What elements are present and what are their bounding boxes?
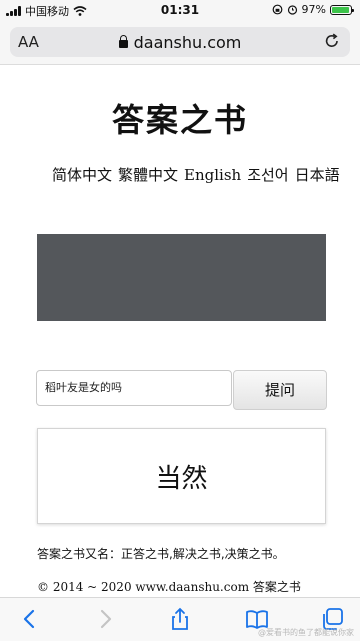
- lock-icon: [118, 35, 128, 48]
- battery-icon: [330, 4, 354, 15]
- watermark: @爱看书的鱼了都能说你家: [258, 628, 354, 637]
- aliases-text: 答案之书又名：正答之书,解决之书,决策之书。: [37, 547, 285, 561]
- browser-toolbar: @爱看书的鱼了都能说你家: [0, 597, 360, 641]
- language-links: 简体中文 繁體中文 English 조선어 日本語: [52, 164, 346, 185]
- forward-icon[interactable]: [92, 606, 118, 632]
- page-title: 答案之书: [111, 101, 248, 139]
- lang-traditional-chinese[interactable]: 繁體中文: [118, 166, 178, 184]
- lang-english[interactable]: English: [184, 166, 241, 184]
- back-icon[interactable]: [17, 606, 43, 632]
- browser-address-area: AA daanshu.com: [0, 20, 360, 65]
- copyright-text: © 2014 ~ 2020 www.daanshu.com 答案之书: [37, 580, 301, 594]
- alarm-icon: [287, 5, 297, 15]
- url-display[interactable]: daanshu.com: [10, 33, 350, 52]
- rotation-lock-icon: [272, 4, 282, 15]
- share-icon[interactable]: [167, 606, 193, 632]
- lang-korean[interactable]: 조선어: [247, 166, 288, 184]
- ask-button[interactable]: 提问: [233, 370, 327, 410]
- address-bar[interactable]: AA daanshu.com: [10, 27, 350, 57]
- question-input[interactable]: 稻叶友是女的吗: [36, 370, 232, 406]
- url-text: daanshu.com: [133, 33, 242, 52]
- battery-percent: 97%: [301, 3, 326, 16]
- status-bar: 中国移动 01:31 97%: [0, 0, 360, 20]
- banner-placeholder: [37, 234, 326, 321]
- status-right: 97%: [272, 3, 354, 16]
- lang-japanese[interactable]: 日本語: [295, 166, 340, 184]
- lang-simplified-chinese[interactable]: 简体中文: [52, 166, 112, 184]
- answer-box: 当然: [37, 428, 326, 524]
- answer-text: 当然: [155, 463, 208, 494]
- reload-icon[interactable]: [322, 31, 342, 51]
